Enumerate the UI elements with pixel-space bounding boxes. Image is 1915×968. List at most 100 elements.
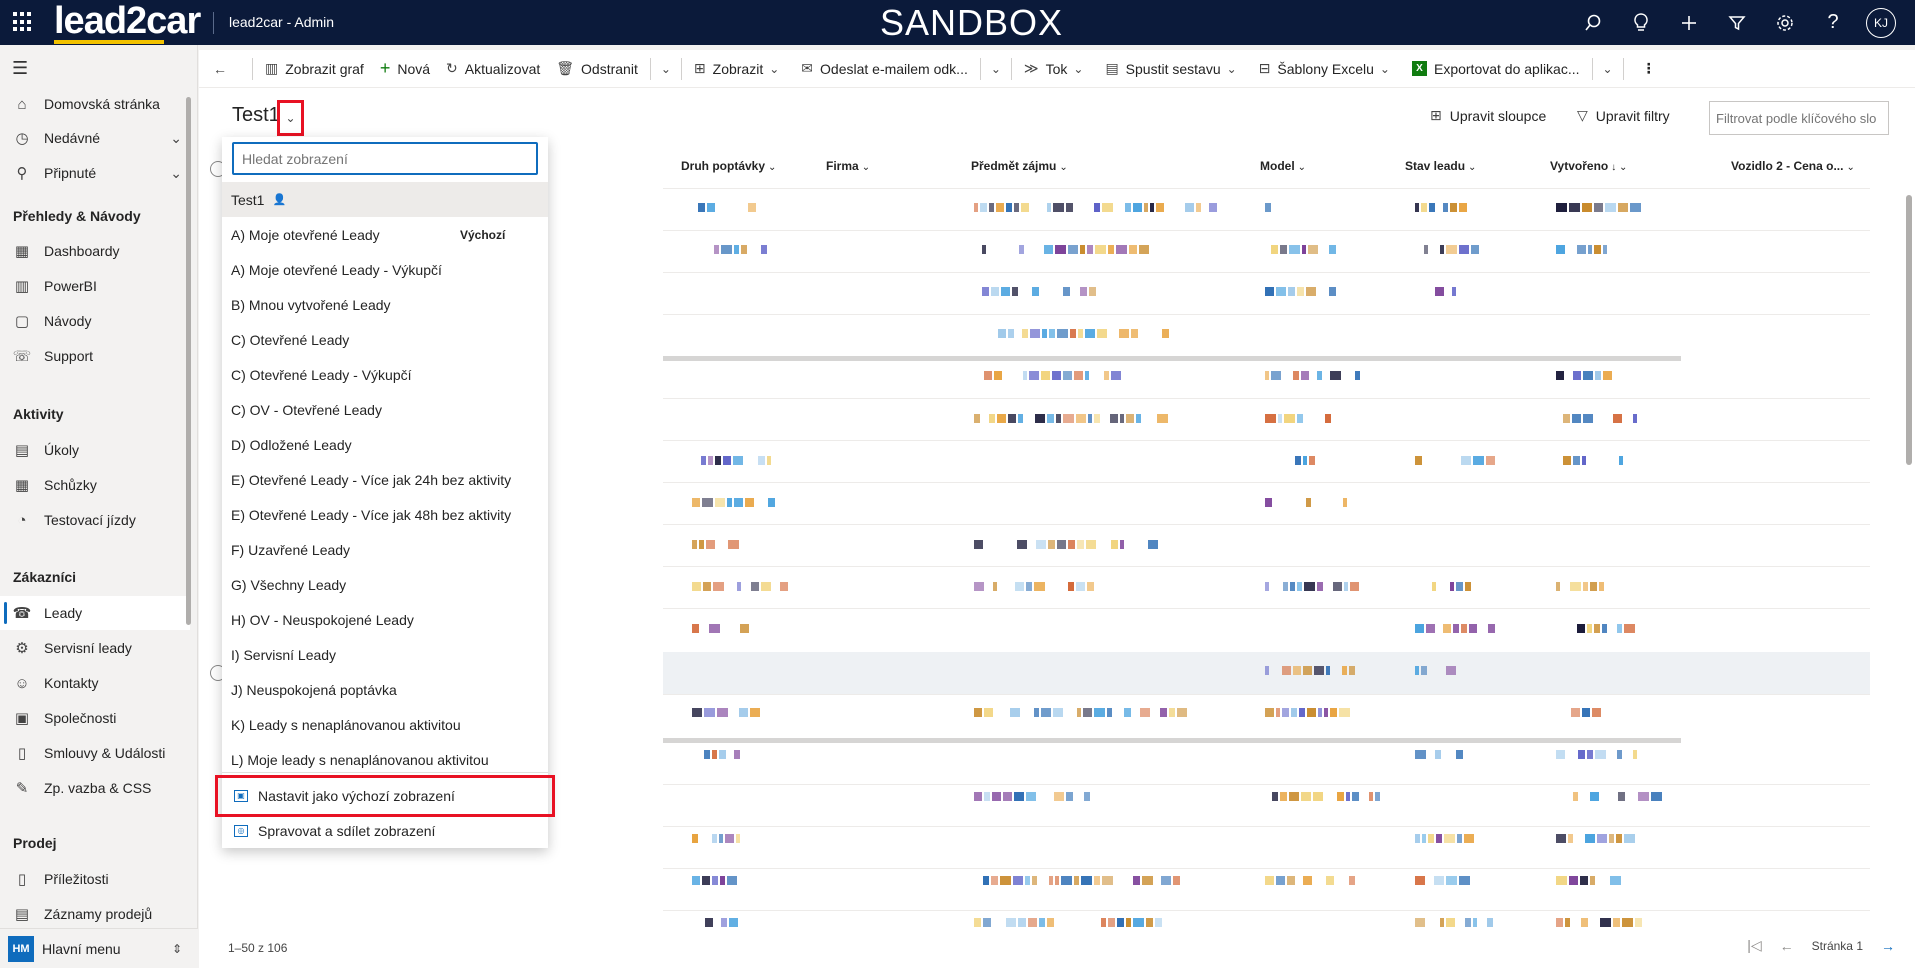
manage-share-views-button[interactable]: ◎ Spravovat a sdílet zobrazení bbox=[222, 813, 548, 848]
show-chart-button[interactable]: ▥ Zobrazit graf bbox=[257, 50, 372, 88]
obscured-cell-block bbox=[1003, 792, 1012, 801]
excel-templates-button[interactable]: ⊟ Šablony Excelu ⌄ bbox=[1251, 50, 1404, 88]
first-page-icon[interactable]: |◁ bbox=[1747, 937, 1761, 954]
obscured-cell-block bbox=[1049, 329, 1055, 338]
plus-icon[interactable] bbox=[1665, 0, 1713, 45]
obscured-cell-block bbox=[1469, 624, 1477, 633]
edit-filters-button[interactable]: ▽ Upravit filtry bbox=[1577, 107, 1670, 124]
nav-item-contacts[interactable]: ☺ Kontakty bbox=[0, 666, 190, 700]
view-button[interactable]: ⊞ Zobrazit ⌄ bbox=[686, 50, 793, 88]
help-icon[interactable]: ? bbox=[1809, 0, 1857, 45]
nav-item-pinned[interactable]: ⚲ Připnuté ⌄ bbox=[0, 156, 190, 190]
view-option[interactable]: C) Otevřené Leady bbox=[222, 322, 548, 357]
nav-item-sales-records[interactable]: ▤ Záznamy prodejů bbox=[0, 897, 190, 931]
column-header[interactable]: Model ⌄ bbox=[1260, 159, 1306, 173]
view-option[interactable]: J) Neuspokojená poptávka bbox=[222, 672, 548, 707]
view-option[interactable]: G) Všechny Leady bbox=[222, 567, 548, 602]
new-button[interactable]: + Nová bbox=[372, 50, 438, 88]
nav-item-home[interactable]: ⌂ Domovská stránka bbox=[0, 87, 190, 121]
chevron-down-icon[interactable]: ⌄ bbox=[1597, 62, 1619, 76]
obscured-cell-block bbox=[1435, 750, 1441, 759]
search-icon[interactable] bbox=[1569, 0, 1617, 45]
refresh-button[interactable]: ↻ Aktualizovat bbox=[438, 50, 548, 88]
obscured-cell-block bbox=[998, 329, 1006, 338]
obscured-cell-block bbox=[1284, 414, 1295, 423]
view-option[interactable]: C) Otevřené Leady - Výkupčí bbox=[222, 357, 548, 392]
nav-item-test-drives[interactable]: ◔ Testovací jízdy bbox=[0, 503, 190, 537]
obscured-cell-block bbox=[1594, 245, 1601, 254]
nav-heading-customers: Zákazníci bbox=[13, 569, 77, 585]
view-option[interactable]: F) Uzavřené Leady bbox=[222, 532, 548, 567]
nav-scrollbar[interactable] bbox=[186, 97, 191, 625]
nav-item-contracts[interactable]: ▯ Smlouvy & Události bbox=[0, 736, 190, 770]
delete-label: Odstranit bbox=[581, 60, 638, 77]
run-report-button[interactable]: ▤ Spustit sestavu ⌄ bbox=[1097, 50, 1250, 88]
nav-item-dashboards[interactable]: ▦ Dashboardy bbox=[0, 234, 190, 268]
chevron-down-icon[interactable]: ⌄ bbox=[655, 62, 677, 76]
view-option[interactable]: A) Moje otevřené Leady Výchozí bbox=[222, 217, 548, 252]
view-option[interactable]: K) Leady s nenaplánovanou aktivitou bbox=[222, 707, 548, 742]
area-switcher[interactable]: HM Hlavní menu ⇕ bbox=[0, 928, 198, 968]
nav-item-support[interactable]: ☏ Support bbox=[0, 339, 190, 373]
nav-item-companies[interactable]: ▣ Společnosti bbox=[0, 701, 190, 735]
user-avatar[interactable]: KJ bbox=[1857, 0, 1905, 45]
column-header[interactable]: Stav leadu ⌄ bbox=[1405, 159, 1476, 173]
nav-item-guides[interactable]: ▢ Návody bbox=[0, 304, 190, 338]
grid-scrollbar[interactable] bbox=[1906, 195, 1912, 465]
column-header[interactable]: Firma ⌄ bbox=[826, 159, 870, 173]
view-option[interactable]: A) Moje otevřené Leady - Výkupčí bbox=[222, 252, 548, 287]
nav-item-meetings[interactable]: ▦ Schůzky bbox=[0, 468, 190, 502]
nav-item-service-leads[interactable]: ⚙ Servisní leady bbox=[0, 631, 190, 665]
row-divider bbox=[663, 694, 1870, 695]
chevron-down-icon[interactable]: ⌄ bbox=[170, 130, 182, 147]
export-excel-button[interactable]: X Exportovat do aplikac... bbox=[1404, 50, 1588, 88]
view-option[interactable]: E) Otevřené Leady - Více jak 48h bez akt… bbox=[222, 497, 548, 532]
search-views-input[interactable] bbox=[232, 142, 538, 175]
delete-button[interactable]: 🗑 Odstranit bbox=[548, 50, 646, 88]
column-header[interactable]: Druh poptávky ⌄ bbox=[681, 159, 776, 173]
nav-item-feedback[interactable]: ✎ Zp. vazba & CSS bbox=[0, 771, 190, 805]
nav-item-leads[interactable]: ☎ Leady bbox=[0, 596, 190, 630]
nav-item-powerbi[interactable]: ▥ PowerBI bbox=[0, 269, 190, 303]
column-header[interactable]: Předmět zájmu ⌄ bbox=[971, 159, 1068, 173]
nav-item-recent[interactable]: ◷ Nedávné ⌄ bbox=[0, 121, 190, 155]
gear-icon[interactable] bbox=[1761, 0, 1809, 45]
view-option-current[interactable]: Test1 👤 bbox=[222, 182, 548, 217]
obscured-cell-block bbox=[1580, 876, 1588, 885]
edit-columns-button[interactable]: ⊞ Upravit sloupce bbox=[1430, 107, 1546, 124]
view-option[interactable]: C) OV - Otevřené Leady bbox=[222, 392, 548, 427]
filter-icon[interactable] bbox=[1713, 0, 1761, 45]
hamburger-icon[interactable]: ☰ bbox=[12, 58, 28, 79]
previous-page-icon[interactable]: ← bbox=[1780, 938, 1794, 954]
next-page-icon[interactable]: → bbox=[1881, 938, 1895, 954]
lightbulb-icon[interactable] bbox=[1617, 0, 1665, 45]
nav-item-opportunities[interactable]: ▯ Příležitosti bbox=[0, 862, 190, 896]
obscured-cell-block bbox=[768, 498, 775, 507]
view-selector-chevron-down-icon[interactable]: ⌄ bbox=[277, 100, 304, 136]
obscured-cell-block bbox=[1161, 876, 1171, 885]
view-option[interactable]: D) Odložené Leady bbox=[222, 427, 548, 462]
app-launcher-icon[interactable] bbox=[13, 12, 33, 32]
flow-button[interactable]: ≫ Tok ⌄ bbox=[1016, 50, 1098, 88]
obscured-cell-block bbox=[1124, 708, 1131, 717]
chevron-down-icon[interactable]: ⌄ bbox=[170, 165, 182, 182]
more-commands-icon[interactable]: ⋮ bbox=[1628, 50, 1670, 88]
obscured-cell-block bbox=[1057, 540, 1066, 549]
view-selector-dropdown: Test1 👤 A) Moje otevřené Leady Výchozí A… bbox=[222, 137, 548, 848]
nav-item-tasks[interactable]: ▤ Úkoly bbox=[0, 433, 190, 467]
view-title[interactable]: Test1 bbox=[232, 104, 280, 127]
chevron-down-icon[interactable]: ⌄ bbox=[985, 62, 1007, 76]
obscured-cell-block bbox=[1297, 287, 1304, 296]
obscured-cell-block bbox=[1605, 203, 1616, 212]
view-option[interactable]: E) Otevřené Leady - Více jak 24h bez akt… bbox=[222, 462, 548, 497]
keyword-filter-input[interactable] bbox=[1709, 101, 1889, 135]
view-option[interactable]: I) Servisní Leady bbox=[222, 637, 548, 672]
email-link-button[interactable]: ✉ Odeslat e-mailem odk... bbox=[793, 50, 976, 88]
view-option[interactable]: B) Mnou vytvořené Leady bbox=[222, 287, 548, 322]
column-header[interactable]: Vozidlo 2 - Cena o... ⌄ bbox=[1731, 159, 1855, 173]
column-header[interactable]: Vytvořeno ↓ ⌄ bbox=[1550, 159, 1627, 173]
back-button[interactable]: ← bbox=[199, 50, 248, 88]
divider bbox=[222, 772, 548, 773]
view-option[interactable]: H) OV - Neuspokojené Leady bbox=[222, 602, 548, 637]
app-title[interactable]: lead2car - Admin bbox=[229, 14, 334, 30]
